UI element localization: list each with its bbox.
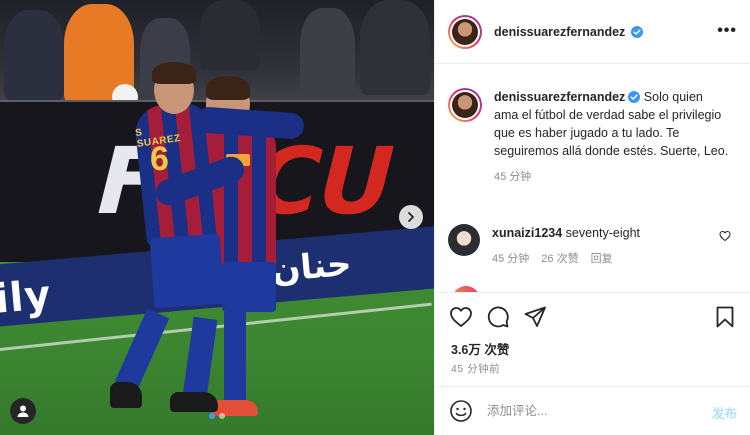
comment-icon[interactable] bbox=[486, 305, 510, 329]
post-time: 45 分钟前 bbox=[451, 363, 501, 375]
carousel-dot-active bbox=[209, 413, 215, 419]
fan bbox=[360, 0, 430, 95]
comment-heart-icon[interactable] bbox=[719, 230, 731, 242]
header-username[interactable]: denissuarezfernandez bbox=[494, 25, 625, 39]
comment-text: seventy-eight bbox=[565, 226, 641, 240]
post-comment-button[interactable]: 发布 bbox=[712, 403, 737, 422]
carousel-dots bbox=[0, 413, 434, 419]
user-tag-icon bbox=[17, 405, 29, 417]
sponsor-arabic-text: حنان bbox=[269, 244, 354, 290]
fan bbox=[200, 0, 260, 70]
comment-time: 45 分钟 bbox=[492, 253, 530, 265]
user-tag-button[interactable] bbox=[10, 398, 36, 424]
jersey-number: 6 bbox=[150, 140, 169, 178]
boot bbox=[170, 392, 218, 412]
comment-likes[interactable]: 26 次赞 bbox=[541, 250, 578, 268]
caption-avatar[interactable] bbox=[448, 88, 482, 122]
likes-count[interactable]: 3.6万 次赞 bbox=[451, 339, 509, 358]
comment-item: xunaizi1234 seventy-eight 45 分钟 26 次赞 回复 bbox=[448, 224, 692, 268]
heart-icon[interactable] bbox=[449, 305, 473, 329]
chevron-right-icon bbox=[408, 212, 414, 222]
post-photo[interactable]: FS CU ily حنان S SUAREZ 6 bbox=[0, 0, 434, 435]
verified-icon bbox=[628, 91, 641, 103]
more-icon[interactable]: ••• bbox=[717, 22, 737, 40]
comment-reply-button[interactable]: 回复 bbox=[591, 250, 613, 268]
comment-composer: 发布 bbox=[435, 386, 750, 435]
verified-icon bbox=[631, 25, 644, 38]
share-icon[interactable] bbox=[523, 305, 547, 329]
carousel-next-button[interactable] bbox=[399, 205, 423, 229]
fan bbox=[300, 8, 355, 98]
comment-input[interactable] bbox=[487, 404, 687, 418]
bookmark-icon[interactable] bbox=[713, 305, 737, 329]
caption-time: 45 分钟 bbox=[494, 171, 532, 183]
post-actions: 3.6万 次赞 45 分钟前 bbox=[435, 292, 750, 386]
fan bbox=[4, 10, 64, 100]
boot bbox=[110, 382, 142, 408]
post-side-panel: denissuarezfernandez ••• denissuarezfern… bbox=[434, 0, 750, 435]
comment-username[interactable]: xunaizi1234 bbox=[492, 226, 562, 240]
carousel-dot bbox=[219, 413, 225, 419]
emoji-icon[interactable] bbox=[449, 399, 473, 423]
caption-username[interactable]: denissuarezfernandez bbox=[494, 90, 625, 104]
post-header: denissuarezfernandez ••• bbox=[435, 0, 750, 64]
caption: denissuarezfernandez Solo quien ama el f… bbox=[448, 88, 730, 186]
comments-section: denissuarezfernandez Solo quien ama el f… bbox=[435, 64, 750, 292]
avatar[interactable] bbox=[448, 14, 482, 49]
comment-avatar[interactable] bbox=[448, 224, 480, 256]
sponsor-text: ily bbox=[0, 271, 54, 323]
